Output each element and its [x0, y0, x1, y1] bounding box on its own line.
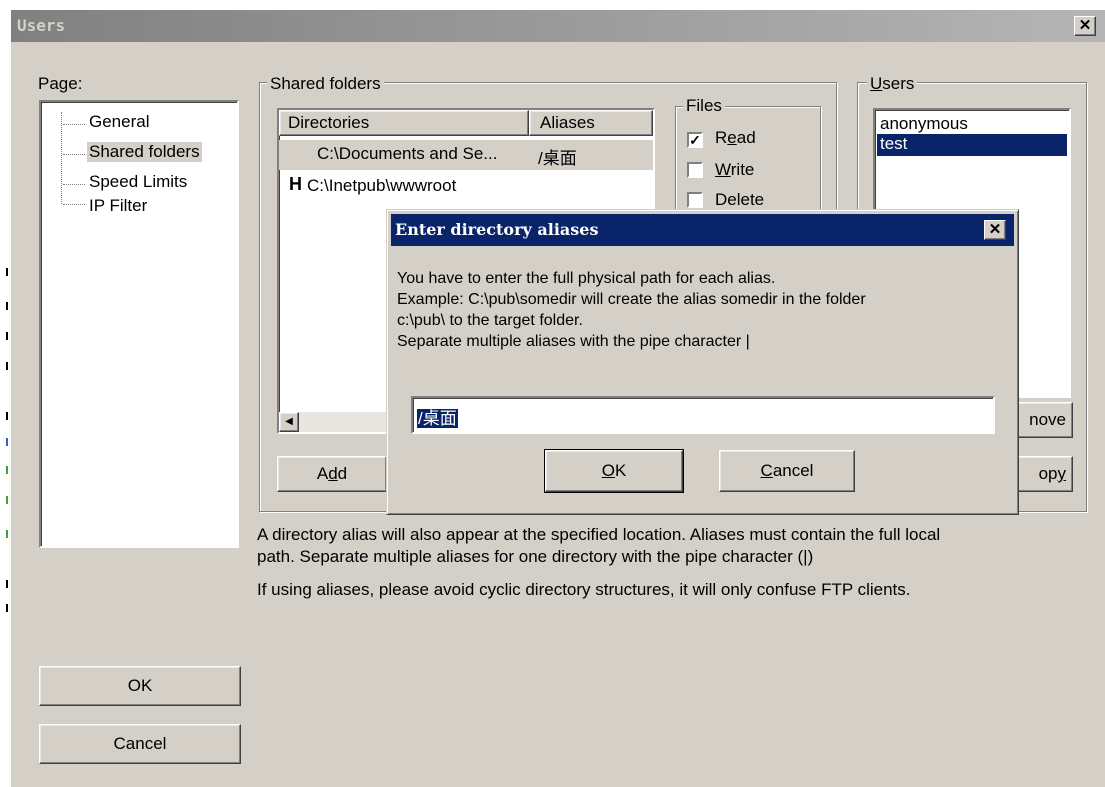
home-marker: H — [289, 174, 302, 194]
tree-line — [61, 112, 62, 204]
add-label-part: d — [337, 464, 348, 483]
shared-folders-label: Shared folders — [267, 74, 384, 94]
read-label: Read — [715, 128, 756, 147]
column-header-directories[interactable]: Directories — [279, 110, 529, 136]
alias-input-selected-text: /桌面 — [417, 409, 458, 428]
page-tree[interactable]: General Shared folders Speed Limits IP F… — [39, 100, 239, 548]
delete-checkbox[interactable] — [687, 192, 703, 208]
list-item[interactable]: anonymous — [877, 114, 1070, 134]
close-icon: ✕ — [988, 221, 1002, 238]
list-item-selected[interactable]: test — [877, 134, 1067, 156]
info-line: A directory alias will also appear at th… — [257, 525, 941, 544]
page-label: Page: — [38, 74, 83, 93]
row-directory: C:\Inetpub\wwwroot — [307, 176, 457, 195]
message-line: You have to enter the full physical path… — [397, 270, 776, 287]
bg-mark — [6, 580, 8, 588]
message-line: c:\pub\ to the target folder. — [397, 312, 583, 329]
column-directories-label: Directories — [288, 113, 370, 132]
alias-info-text: A directory alias will also appear at th… — [257, 524, 1087, 568]
background-window-edge — [0, 0, 10, 787]
bg-mark — [6, 412, 8, 420]
bg-mark — [6, 604, 8, 612]
scroll-left-button[interactable]: ◀ — [279, 412, 299, 432]
window-close-button[interactable]: ✕ — [1074, 16, 1096, 36]
alias-input[interactable]: /桌面 — [411, 396, 995, 434]
add-label-hotkey: d — [328, 464, 338, 483]
tree-line — [63, 184, 85, 185]
dialog-close-button[interactable]: ✕ — [984, 220, 1006, 240]
cyclic-warning-text: If using aliases, please avoid cyclic di… — [257, 580, 911, 599]
table-row[interactable]: H C:\Inetpub\wwwroot — [279, 170, 653, 200]
window-title-bar[interactable]: Users — [11, 10, 1105, 42]
close-icon: ✕ — [1078, 17, 1092, 34]
bg-mark — [6, 530, 8, 538]
row-directory: C:\Documents and Se... — [317, 144, 498, 163]
read-checkbox[interactable]: ✓ — [687, 132, 703, 148]
tree-item-shared-folders[interactable]: Shared folders — [87, 142, 202, 162]
bg-mark — [6, 438, 8, 446]
dialog-title: Enter directory aliases — [395, 220, 599, 239]
tree-line — [63, 204, 85, 205]
message-line: Example: C:\pub\somedir will create the … — [397, 291, 866, 308]
table-row[interactable]: C:\Documents and Se... /桌面 — [279, 140, 653, 170]
bg-mark — [6, 302, 8, 310]
users-label: Users — [867, 74, 918, 94]
ok-button[interactable]: OK — [39, 666, 241, 706]
bg-mark — [6, 362, 8, 370]
cancel-button[interactable]: Cancel — [39, 724, 241, 764]
column-aliases-label: Aliases — [540, 113, 595, 132]
dialog-message: You have to enter the full physical path… — [397, 268, 997, 352]
bg-mark — [6, 496, 8, 504]
tree-line — [63, 154, 85, 155]
message-line: Separate multiple aliases with the pipe … — [397, 333, 750, 350]
bg-mark — [6, 332, 8, 340]
write-checkbox[interactable] — [687, 162, 703, 178]
dialog-title-bar[interactable]: Enter directory aliases — [391, 214, 1014, 246]
write-label: Write — [715, 160, 755, 179]
files-label: Files — [683, 96, 725, 116]
bg-mark — [6, 268, 8, 276]
add-button[interactable]: Add — [277, 456, 387, 492]
delete-label: Delete — [715, 190, 765, 209]
tree-item-general[interactable]: General — [87, 112, 151, 132]
tree-item-speed-limits[interactable]: Speed Limits — [87, 172, 189, 192]
bg-mark — [6, 466, 8, 474]
dialog-cancel-button[interactable]: Cancel — [719, 450, 855, 492]
row-alias: /桌面 — [538, 149, 577, 168]
window-title: Users — [17, 16, 66, 35]
tree-line — [63, 124, 85, 125]
column-header-aliases[interactable]: Aliases — [529, 110, 653, 136]
dialog-ok-button[interactable]: OK — [544, 449, 684, 493]
alias-dialog: Enter directory aliases ✕ You have to en… — [386, 209, 1019, 515]
add-label-part: A — [316, 464, 329, 483]
tree-item-ip-filter[interactable]: IP Filter — [87, 196, 149, 216]
info-line: path. Separate multiple aliases for one … — [257, 547, 814, 566]
